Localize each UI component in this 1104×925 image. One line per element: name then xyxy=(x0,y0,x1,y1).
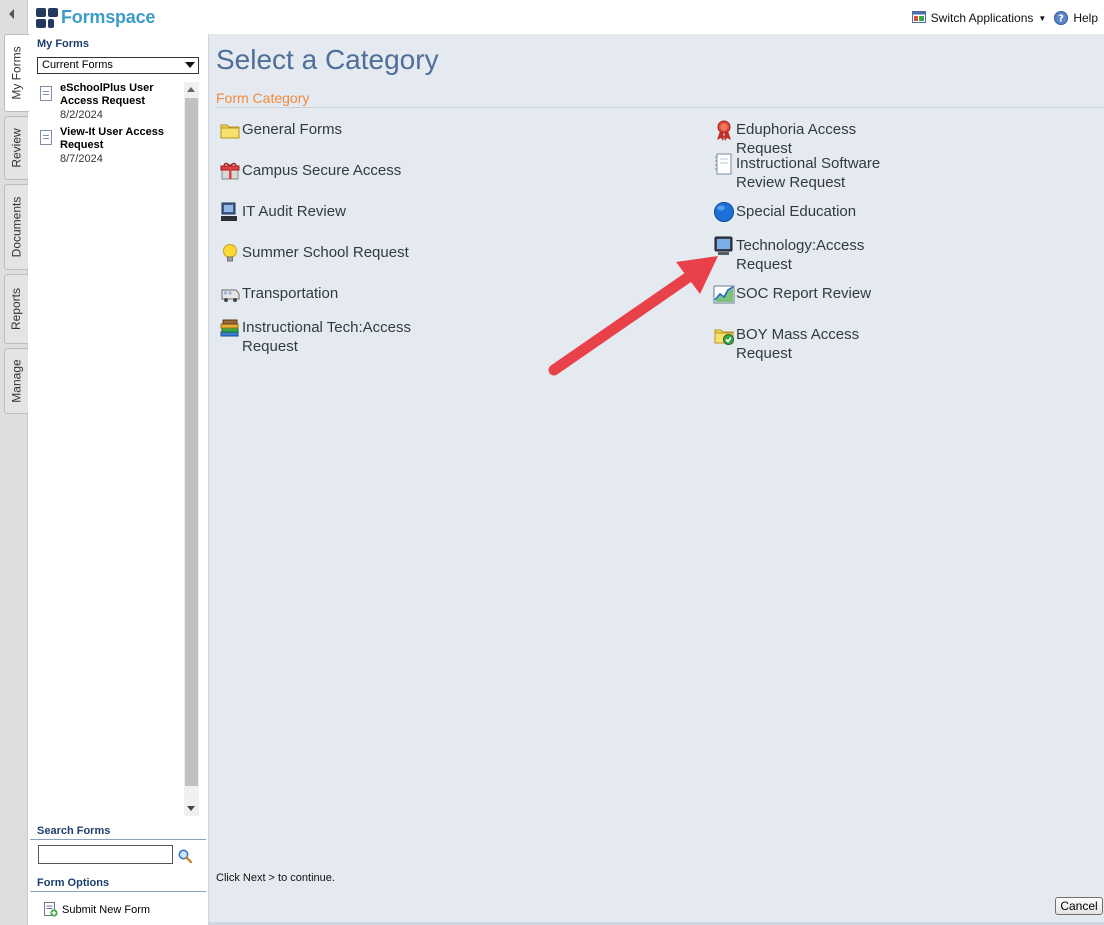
list-item[interactable]: eSchoolPlus User Access Request 8/2/2024 xyxy=(37,82,183,122)
switch-applications-menu[interactable]: Switch Applications xyxy=(931,11,1034,25)
document-icon xyxy=(40,130,52,145)
form-title[interactable]: eSchoolPlus User Access Request xyxy=(60,82,183,108)
instruction-text: Click Next > to continue. xyxy=(216,872,335,884)
search-input[interactable] xyxy=(38,845,173,864)
my-forms-panel: My Forms Current Forms eSchoolPlus User … xyxy=(30,34,206,925)
page-title: Select a Category xyxy=(216,44,439,75)
form-filter-select[interactable]: Current Forms xyxy=(37,57,199,74)
help-link[interactable]: Help xyxy=(1073,11,1098,25)
gift-icon xyxy=(220,162,240,180)
switch-applications-icon[interactable] xyxy=(911,11,926,25)
help-icon[interactable]: ? xyxy=(1054,11,1069,25)
submit-new-form-label: Submit New Form xyxy=(62,903,151,916)
form-options-title: Form Options xyxy=(30,877,206,892)
category-instructional-software-review-request[interactable]: Instructional Software Review Request xyxy=(713,153,913,192)
notebook-icon xyxy=(715,153,732,175)
tab-reports[interactable]: Reports xyxy=(4,274,28,344)
bus-icon xyxy=(221,289,240,302)
category-instructional-tech-access-request[interactable]: Instructional Tech:Access Request xyxy=(219,318,419,356)
ribbon-icon xyxy=(717,120,731,141)
formspace-logo-icon xyxy=(36,7,58,28)
folder-icon xyxy=(220,124,240,139)
chevron-down-icon[interactable]: ▼ xyxy=(1038,14,1046,23)
form-category-header: Form Category xyxy=(216,90,1104,108)
my-forms-title: My Forms xyxy=(37,38,89,50)
header-actions: Switch Applications ▼ ? Help xyxy=(911,11,1098,25)
document-icon xyxy=(40,86,52,101)
category-transportation[interactable]: Transportation xyxy=(219,284,419,305)
category-campus-secure-access[interactable]: Campus Secure Access xyxy=(219,161,419,182)
vertical-tab-strip: My Forms Review Documents Reports Manage xyxy=(0,0,29,925)
category-eduphoria-access-request[interactable]: Eduphoria Access Request xyxy=(713,120,913,158)
search-forms-title: Search Forms xyxy=(30,825,206,840)
chevron-down-icon xyxy=(185,62,195,68)
tab-review[interactable]: Review xyxy=(4,116,28,180)
tab-documents[interactable]: Documents xyxy=(4,184,28,270)
my-forms-list: eSchoolPlus User Access Request 8/2/2024… xyxy=(37,82,183,812)
category-it-audit-review[interactable]: IT Audit Review xyxy=(219,202,419,223)
scroll-up-icon[interactable] xyxy=(187,87,195,92)
form-filter-value: Current Forms xyxy=(42,59,113,71)
search-icon[interactable] xyxy=(178,849,192,863)
chart-icon xyxy=(713,285,735,304)
category-summer-school-request[interactable]: Summer School Request xyxy=(219,243,419,264)
cancel-button[interactable]: Cancel xyxy=(1055,897,1103,915)
brand-name: Formspace xyxy=(61,7,156,27)
globe-icon xyxy=(714,202,734,222)
category-special-education[interactable]: Special Education xyxy=(713,202,913,223)
category-soc-report-review[interactable]: SOC Report Review xyxy=(713,284,913,305)
tab-manage[interactable]: Manage xyxy=(4,348,28,414)
form-date: 8/7/2024 xyxy=(60,153,103,165)
form-date: 8/2/2024 xyxy=(60,109,103,121)
books-icon xyxy=(220,319,239,337)
new-form-icon xyxy=(44,902,58,917)
app-header: Formspace Switch Applications ▼ ? Help xyxy=(28,0,1104,34)
tab-my-forms[interactable]: My Forms xyxy=(4,34,29,112)
scrollbar-thumb[interactable] xyxy=(185,98,198,786)
computer-icon xyxy=(221,202,237,221)
category-technology-access-request[interactable]: Technology:Access Request xyxy=(713,236,913,274)
folder-check-icon xyxy=(714,329,734,345)
category-panel: Select a Category Form Category General … xyxy=(208,34,1104,923)
category-general-forms[interactable]: General Forms xyxy=(219,120,419,141)
formspace-app: My Forms Review Documents Reports Manage… xyxy=(0,0,1104,925)
lightbulb-icon xyxy=(223,244,237,262)
monitor-icon xyxy=(714,236,733,255)
scroll-down-icon[interactable] xyxy=(187,806,195,811)
collapse-panel-icon[interactable] xyxy=(9,9,14,19)
formspace-logo: Formspace xyxy=(36,7,155,28)
category-boy-mass-access-request[interactable]: BOY Mass Access Request xyxy=(713,325,913,363)
svg-text:?: ? xyxy=(1058,14,1064,25)
form-title[interactable]: View-It User Access Request xyxy=(60,126,183,152)
form-list-scrollbar[interactable] xyxy=(184,82,199,816)
list-item[interactable]: View-It User Access Request 8/7/2024 xyxy=(37,126,183,166)
submit-new-form-button[interactable]: Submit New Form xyxy=(43,902,150,917)
